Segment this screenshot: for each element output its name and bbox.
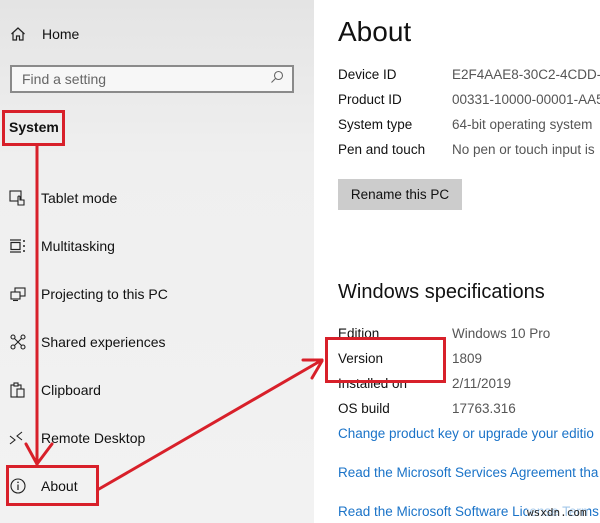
spec-key: Installed on xyxy=(338,376,408,391)
search-box[interactable] xyxy=(10,65,294,93)
spec-value: No pen or touch input is xyxy=(452,142,595,157)
spec-row-installed-on: Installed on 2/11/2019 xyxy=(338,376,511,391)
spec-key: System type xyxy=(338,117,413,132)
sidebar-item-label: Shared experiences xyxy=(41,334,166,350)
remote-desktop-icon xyxy=(8,429,28,447)
shared-experiences-icon xyxy=(8,333,28,351)
spec-row-pen-touch: Pen and touch No pen or touch input is xyxy=(338,142,595,157)
sidebar-item-label: Projecting to this PC xyxy=(41,286,168,302)
spec-row-edition: Edition Windows 10 Pro xyxy=(338,326,550,341)
multitasking-icon xyxy=(8,237,28,255)
about-panel: About Device ID E2F4AAE8-30C2-4CDD-9 Prod… xyxy=(314,0,600,523)
spec-row-system-type: System type 64-bit operating system xyxy=(338,117,592,132)
nav-home-label: Home xyxy=(42,26,80,42)
spec-row-os-build: OS build 17763.316 xyxy=(338,401,516,416)
sidebar-item-multitasking[interactable]: Multitasking xyxy=(8,234,115,258)
spec-key: Version xyxy=(338,351,384,366)
home-icon xyxy=(10,26,32,42)
spec-value: 2/11/2019 xyxy=(452,376,512,391)
settings-sidebar: Home System Tablet mode Multitasking Pro… xyxy=(0,0,314,523)
change-product-key-link[interactable]: Change product key or upgrade your editi… xyxy=(338,426,594,441)
search-icon[interactable] xyxy=(270,70,284,89)
sidebar-item-label: Remote Desktop xyxy=(41,430,146,446)
sidebar-item-label: Multitasking xyxy=(41,238,115,254)
sidebar-item-tablet-mode[interactable]: Tablet mode xyxy=(8,186,117,210)
page-title: About xyxy=(338,16,412,47)
sidebar-item-about[interactable]: About xyxy=(8,474,78,498)
info-icon xyxy=(8,477,28,495)
spec-key: OS build xyxy=(338,401,390,416)
sidebar-item-label: About xyxy=(41,478,78,494)
search-input[interactable] xyxy=(22,71,262,87)
sidebar-item-projecting[interactable]: Projecting to this PC xyxy=(8,282,168,306)
spec-key: Edition xyxy=(338,326,380,341)
spec-row-product-id: Product ID 00331-10000-00001-AA5 xyxy=(338,92,600,107)
sidebar-item-label: Tablet mode xyxy=(41,190,118,206)
spec-key: Product ID xyxy=(338,92,402,107)
spec-key: Pen and touch xyxy=(338,142,426,157)
sidebar-item-label: Clipboard xyxy=(41,382,101,398)
spec-value: 1809 xyxy=(452,351,483,366)
sidebar-item-remote-desktop[interactable]: Remote Desktop xyxy=(8,426,145,450)
nav-home[interactable]: Home xyxy=(10,22,79,46)
windows-specs-heading: Windows specifications xyxy=(338,281,545,303)
services-agreement-link[interactable]: Read the Microsoft Services Agreement th… xyxy=(338,465,598,480)
watermark: wsxdn.com xyxy=(527,506,587,519)
section-title-system: System xyxy=(9,119,59,135)
projecting-icon xyxy=(8,285,28,303)
spec-row-version: Version 1809 xyxy=(338,351,482,366)
sidebar-item-shared-experiences[interactable]: Shared experiences xyxy=(8,330,166,354)
tablet-mode-icon xyxy=(8,189,28,207)
spec-value: 17763.316 xyxy=(452,401,516,416)
rename-pc-button[interactable]: Rename this PC xyxy=(338,179,462,210)
spec-row-device-id: Device ID E2F4AAE8-30C2-4CDD-9 xyxy=(338,67,600,82)
spec-value: 00331-10000-00001-AA5 xyxy=(452,92,600,107)
clipboard-icon xyxy=(8,381,28,399)
sidebar-item-clipboard[interactable]: Clipboard xyxy=(8,378,101,402)
spec-key: Device ID xyxy=(338,67,397,82)
spec-value: Windows 10 Pro xyxy=(452,326,551,341)
spec-value: 64-bit operating system xyxy=(452,117,593,132)
spec-value: E2F4AAE8-30C2-4CDD-9 xyxy=(452,67,600,82)
